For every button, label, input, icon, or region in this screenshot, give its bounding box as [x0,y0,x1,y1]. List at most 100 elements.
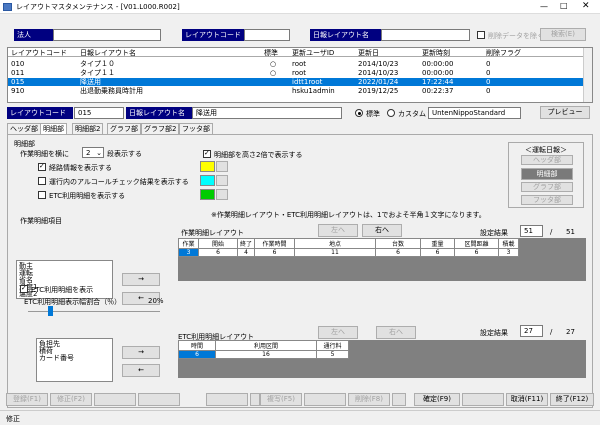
etc-move-right-button[interactable]: → [122,346,160,359]
per-row-value: 2 [86,149,91,157]
cell: タイプ１０ [80,60,115,68]
cell[interactable]: 3 [178,248,199,257]
work-left-button[interactable]: 左へ [318,224,358,237]
search-button[interactable]: 検索(E) [540,28,586,41]
list-item[interactable]: カード番号 [39,355,110,362]
f5-blank-button[interactable] [206,393,248,406]
f8b-button[interactable] [392,393,406,406]
modify-button[interactable]: 修正(F2) [50,393,92,406]
etc-move-left-button[interactable]: ← [122,364,160,377]
col-layout-name: 日報レイアウト名 [80,49,136,57]
spacer-button[interactable] [250,393,260,406]
etc-right-button[interactable]: 右へ [376,326,416,339]
etc-set-result-label: 設定結果 [480,329,508,337]
work-layout-table[interactable]: 作業 開始 終了 作業時間 地点 台数 重量 区間距離 積載 3 6 4 6 1… [178,238,519,257]
etc-enable-checkbox[interactable] [20,284,28,293]
col-header: 作業時間 [254,238,295,249]
table-row-selected[interactable]: 015 降送用 idtt1root 2022/01/24 17:22:44 0 [8,78,592,86]
cancel-button[interactable]: 取消(F11) [506,393,548,406]
nav-header[interactable]: ヘッダ部 [521,155,573,165]
cell[interactable]: 6 [178,350,216,359]
color-picker-button[interactable] [216,161,228,172]
f3-button[interactable] [94,393,136,406]
cell[interactable]: 3 [498,248,519,257]
standard-radio[interactable] [355,109,363,117]
set-result-label: 設定結果 [480,229,508,237]
layout-code-field[interactable] [244,29,290,41]
tab-footer[interactable]: フッタ部 [179,123,213,134]
title-bar: レイアウトマスタメンテナンス - [V01.L000.R002] — □ ✕ [0,0,600,14]
tab-meisai2[interactable]: 明細部2 [72,123,104,134]
color-swatch-cyan[interactable] [200,175,215,186]
confirm-button[interactable]: 確定(F9) [414,393,460,406]
meisai-group-label: 明細部 [14,140,35,148]
cell[interactable]: 16 [215,350,317,359]
list-scrollbar[interactable] [583,48,592,102]
color-picker-button[interactable] [216,175,228,186]
copy-button[interactable]: 複写(F5) [260,393,302,406]
etc-set-result-total: 27 [566,328,575,336]
color-picker-button[interactable] [216,189,228,200]
f10-button[interactable] [462,393,504,406]
include-deleted-checkbox[interactable] [477,31,485,39]
work-right-button[interactable]: 右へ [362,224,402,237]
cell: 00:00:00 [422,69,454,77]
tab-meisai[interactable]: 明細部 [40,123,67,134]
alcohol-checkbox[interactable] [38,177,46,185]
route-label: 経路情報を表示する [49,164,112,172]
color-swatch-yellow[interactable] [200,161,215,172]
etc-checkbox[interactable] [38,191,46,199]
table-row[interactable]: 011 タイプ１１ ○ root 2014/10/23 00:00:00 0 [8,69,592,77]
delete-button[interactable]: 削除(F8) [348,393,390,406]
tab-header[interactable]: ヘッダ部 [7,123,41,134]
custom-value-field[interactable]: UntenNippoStandard [428,107,521,119]
col-header: 地点 [294,238,376,249]
etc-items-list[interactable]: 負担先 積荷 カード番号 [36,338,113,382]
table-row[interactable]: 910 出退勤乗務員時計用 hsku1admin 2019/12/25 00:22:37… [8,87,592,95]
cell: 0 [486,78,491,86]
double-height-checkbox[interactable] [203,149,211,158]
cell[interactable]: 6 [254,248,295,257]
detail-code-field[interactable]: 015 [74,107,124,119]
nav-meisai[interactable]: 明細部 [521,168,573,180]
f4-button[interactable] [138,393,180,406]
cell[interactable]: 6 [198,248,238,257]
per-row-select[interactable]: 2 ⌄ [82,147,104,158]
cell[interactable]: 6 [454,248,499,257]
col-time: 更新時刻 [422,49,450,57]
tab-graph2[interactable]: グラフ部2 [141,123,180,134]
maximize-icon[interactable]: □ [560,1,568,10]
detail-name-field[interactable]: 降送用 [192,107,342,119]
cell[interactable]: 4 [237,248,255,257]
cell[interactable]: 6 [375,248,421,257]
route-checkbox[interactable] [38,162,46,171]
col-header: 重量 [420,238,455,249]
etc-left-button[interactable]: 左へ [318,326,358,339]
preview-button[interactable]: プレビュー [540,106,590,119]
table-row[interactable]: 010 タイプ１０ ○ root 2014/10/23 00:00:00 0 [8,60,592,68]
cell[interactable]: 11 [294,248,376,257]
nav-graph[interactable]: グラフ部 [521,182,573,192]
close-icon[interactable]: ✕ [582,1,590,11]
cell: 0 [486,69,491,77]
move-right-button[interactable]: → [122,273,160,286]
etc-layout-table[interactable]: 時間 利用区間 通行料 6 16 5 [178,340,349,359]
col-header: 通行料 [316,340,349,351]
status-bar: 修正 [0,410,600,425]
exit-button[interactable]: 終了(F12) [550,393,594,406]
cell[interactable]: 6 [420,248,455,257]
layout-list[interactable]: レイアウトコード 日報レイアウト名 標準 更新ユーザID 更新日 更新時刻 削除… [7,47,593,103]
corp-field[interactable] [53,29,161,41]
f7-button[interactable] [304,393,346,406]
nav-footer[interactable]: フッタ部 [521,195,573,205]
list-header: レイアウトコード 日報レイアウト名 標準 更新ユーザID 更新日 更新時刻 削除… [8,49,592,57]
register-button[interactable]: 登録(F1) [6,393,48,406]
col-user: 更新ユーザID [292,49,335,57]
minimize-icon[interactable]: — [540,2,548,11]
color-swatch-green[interactable] [200,189,215,200]
cell[interactable]: 5 [316,350,349,359]
daily-layout-field[interactable] [381,29,470,41]
custom-radio[interactable] [387,109,395,117]
etc-ratio-slider-thumb[interactable] [48,306,53,316]
tab-graph[interactable]: グラフ部 [107,123,141,134]
